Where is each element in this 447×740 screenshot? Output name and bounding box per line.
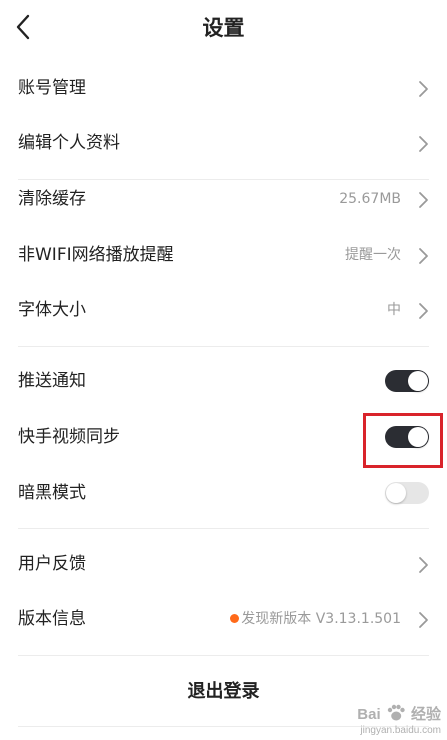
kuaishou-sync-toggle[interactable] <box>385 426 429 448</box>
page-title: 设置 <box>202 16 245 40</box>
section-divider <box>18 655 429 656</box>
chevron-right-icon <box>419 192 428 208</box>
row-label: 暗黑模式 <box>18 483 86 503</box>
row-label: 编辑个人资料 <box>18 133 120 153</box>
toggle-knob <box>408 371 428 391</box>
dark-mode-toggle[interactable] <box>385 482 429 504</box>
watermark-brand: Bai 经验 <box>357 703 441 724</box>
watermark: Bai 经验 jingyan.baidu.com <box>357 703 441 736</box>
watermark-brand-cn: 经验 <box>410 706 441 723</box>
settings-row-account[interactable]: 账号管理 <box>0 61 447 116</box>
settings-row-font-size[interactable]: 字体大小 中 <box>0 283 447 338</box>
settings-row-feedback[interactable]: 用户反馈 <box>0 537 447 592</box>
font-size-value: 中 <box>387 302 401 318</box>
chevron-right-icon <box>419 136 428 152</box>
settings-row-push-notifications: 推送通知 <box>0 354 447 409</box>
section-divider <box>18 528 429 529</box>
chevron-right-icon <box>419 612 428 628</box>
section-divider <box>18 346 429 347</box>
toggle-knob <box>408 427 428 447</box>
push-notifications-toggle[interactable] <box>385 370 429 392</box>
settings-row-clear-cache[interactable]: 清除缓存 25.67MB <box>0 172 447 227</box>
update-dot-icon <box>230 614 240 623</box>
row-label: 用户反馈 <box>18 554 86 574</box>
version-text: 发现新版本 V3.13.1.501 <box>241 611 401 627</box>
toggle-knob <box>386 483 406 503</box>
settings-row-version-info[interactable]: 版本信息 发现新版本 V3.13.1.501 <box>0 592 447 647</box>
row-label: 清除缓存 <box>18 189 86 209</box>
watermark-url: jingyan.baidu.com <box>360 725 441 736</box>
row-label: 版本信息 <box>18 609 86 629</box>
settings-row-edit-profile[interactable]: 编辑个人资料 <box>0 116 447 171</box>
row-label: 推送通知 <box>18 371 86 391</box>
chevron-right-icon <box>419 557 428 573</box>
chevron-right-icon <box>419 248 428 264</box>
nav-bar: 设置 <box>0 0 447 52</box>
chevron-right-icon <box>419 81 428 97</box>
row-label: 账号管理 <box>18 78 86 98</box>
version-value: 发现新版本 V3.13.1.501 <box>230 592 401 647</box>
row-label: 非WIFI网络播放提醒 <box>18 245 174 265</box>
row-label: 字体大小 <box>18 300 86 320</box>
paw-icon <box>387 704 405 721</box>
cache-size-value: 25.67MB <box>339 191 401 207</box>
chevron-right-icon <box>419 303 428 319</box>
reminder-value: 提醒一次 <box>345 247 401 263</box>
settings-row-dark-mode: 暗黑模式 <box>0 466 447 521</box>
settings-row-non-wifi-reminder[interactable]: 非WIFI网络播放提醒 提醒一次 <box>0 228 447 283</box>
watermark-brand-text: Bai <box>357 706 381 723</box>
settings-row-kuaishou-sync: 快手视频同步 <box>0 410 447 465</box>
row-label: 快手视频同步 <box>18 427 120 447</box>
